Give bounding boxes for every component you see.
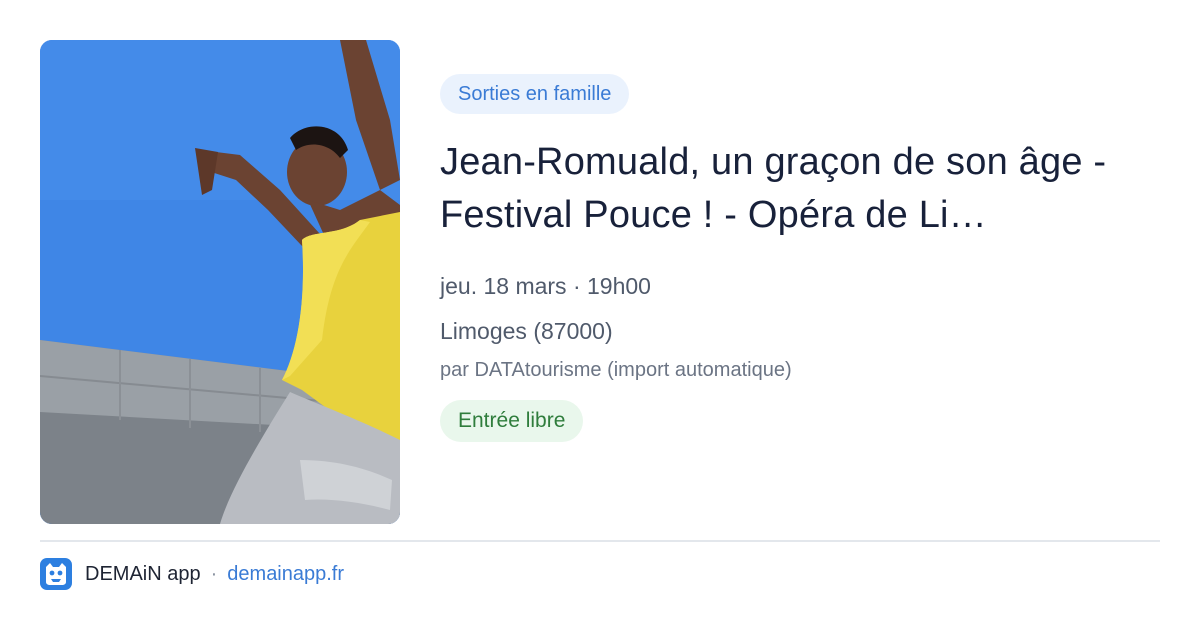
event-share-card[interactable]: Sorties en famille Jean-Romuald, un graç… <box>0 0 1200 630</box>
event-photo <box>40 40 400 524</box>
footer-separator: · <box>210 562 218 585</box>
footer: DEMAiN app · demainapp.fr <box>40 557 344 591</box>
footer-divider <box>40 540 1160 542</box>
event-details: Sorties en famille Jean-Romuald, un graç… <box>440 74 1160 442</box>
event-location: Limoges (87000) <box>440 318 613 344</box>
event-title[interactable]: Jean-Romuald, un graçon de son âge - Fes… <box>440 136 1130 242</box>
app-name: DEMAiN app <box>85 562 201 585</box>
demain-app-logo-icon <box>40 558 72 590</box>
app-domain-link[interactable]: demainapp.fr <box>227 563 344 586</box>
category-badge[interactable]: Sorties en famille <box>440 74 630 114</box>
price-badge: Entrée libre <box>440 400 584 442</box>
event-date: jeu. 18 mars · 19h00 <box>440 273 651 299</box>
event-source: par DATAtourisme (import automatique) <box>440 359 792 381</box>
